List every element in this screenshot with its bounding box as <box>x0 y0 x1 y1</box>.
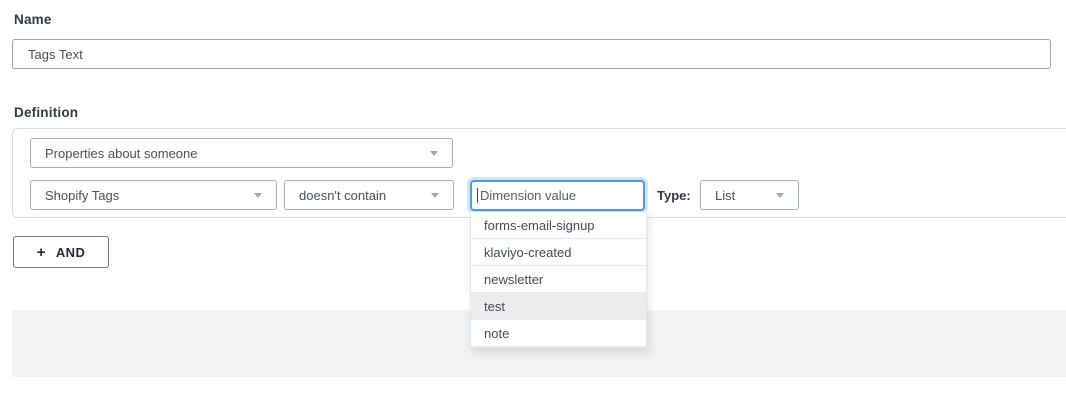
and-button-label: AND <box>56 245 85 260</box>
text-caret <box>477 188 478 203</box>
operator-select[interactable]: doesn't contain <box>284 180 454 210</box>
dimension-value-field <box>470 180 645 211</box>
name-input[interactable] <box>12 39 1051 69</box>
chevron-down-icon <box>254 193 262 198</box>
type-select-value: List <box>715 188 735 203</box>
dimension-select[interactable]: Shopify Tags <box>30 180 277 210</box>
dimension-select-value: Shopify Tags <box>45 188 119 203</box>
suggestion-item[interactable]: klaviyo-created <box>471 239 646 266</box>
add-and-condition-button[interactable]: + AND <box>13 236 109 268</box>
chevron-down-icon <box>776 193 784 198</box>
value-suggestions-dropdown: forms-email-signup klaviyo-created newsl… <box>470 212 647 348</box>
definition-section-label: Definition <box>14 105 78 120</box>
suggestion-item[interactable]: note <box>471 320 646 347</box>
suggestion-item-highlighted[interactable]: test <box>471 293 646 320</box>
condition-category-select[interactable]: Properties about someone <box>30 138 453 168</box>
chevron-down-icon <box>430 151 438 156</box>
type-label: Type: <box>657 180 691 210</box>
operator-select-value: doesn't contain <box>299 188 386 203</box>
plus-icon: + <box>37 245 46 260</box>
suggestion-item[interactable]: newsletter <box>471 266 646 293</box>
dimension-value-input[interactable] <box>470 180 645 211</box>
condition-category-value: Properties about someone <box>45 146 197 161</box>
segment-editor-page: Name Definition Properties about someone… <box>0 0 1066 416</box>
suggestion-item[interactable]: forms-email-signup <box>471 212 646 239</box>
name-field-label: Name <box>14 12 52 27</box>
chevron-down-icon <box>431 193 439 198</box>
type-select[interactable]: List <box>700 180 799 210</box>
